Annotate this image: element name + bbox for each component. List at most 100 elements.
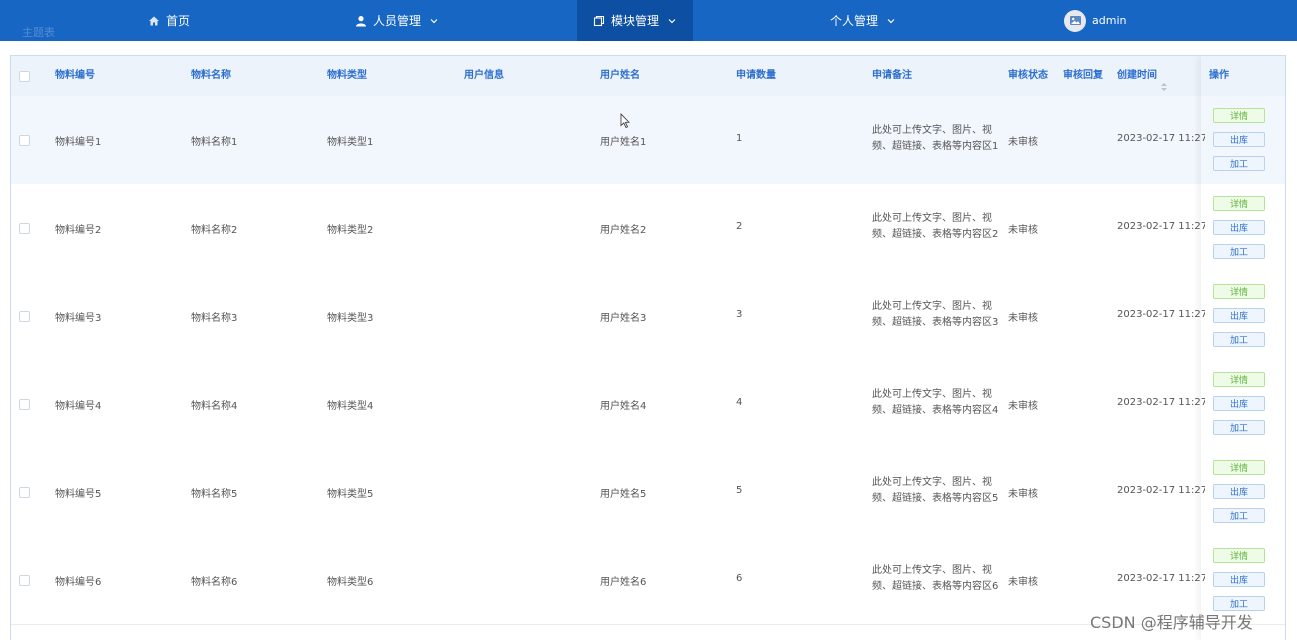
process-button[interactable]: 加工 [1213, 156, 1265, 171]
table-row[interactable]: 物料编号3 物料名称3 物料类型3 用户姓名3 3 此处可上传文字、图片、视频、超链接、表… [11, 272, 1285, 361]
module-icon [593, 15, 605, 27]
cell-time: 2023-02-17 11:27:14 [1117, 309, 1205, 320]
col-header-material-name[interactable]: 物料名称 [191, 56, 231, 96]
sort-icon[interactable] [1160, 70, 1168, 91]
table-header: 物料编号 物料名称 物料类型 用户信息 用户姓名 申请数量 申请备注 审核状态 … [11, 56, 1285, 97]
row-checkbox[interactable] [19, 575, 30, 586]
cell-time: 2023-02-17 11:27:14 [1117, 221, 1205, 232]
cell-user-name: 用户姓名1 [600, 137, 647, 148]
cell-type: 物料类型4 [327, 401, 374, 412]
row-checkbox[interactable] [19, 399, 30, 410]
nav-item-module-management[interactable]: 模块管理 [577, 0, 694, 41]
table-row[interactable]: 物料编号4 物料名称4 物料类型4 用户姓名4 4 此处可上传文字、图片、视频、超链接、表… [11, 360, 1285, 449]
process-button[interactable]: 加工 [1213, 508, 1265, 523]
cell-qty: 5 [736, 485, 743, 496]
table-row[interactable]: 物料编号5 物料名称5 物料类型5 用户姓名5 5 此处可上传文字、图片、视频、超链接、表… [11, 448, 1285, 537]
cell-remark: 此处可上传文字、图片、视频、超链接、表格等内容区1 [872, 125, 999, 152]
table-row[interactable]: 物料编号1 物料名称1 物料类型1 用户姓名1 1 此处可上传文字、图片、视频、超链接、表… [11, 96, 1285, 185]
cell-status: 未审核 [1008, 313, 1038, 324]
col-header-create-time[interactable]: 创建时间 [1117, 56, 1168, 96]
row-checkbox[interactable] [19, 135, 30, 146]
col-header-review-status[interactable]: 审核状态 [1008, 56, 1048, 96]
cell-remark: 此处可上传文字、图片、视频、超链接、表格等内容区2 [872, 213, 999, 240]
col-header-user-name[interactable]: 用户姓名 [600, 56, 640, 96]
outbound-button[interactable]: 出库 [1213, 484, 1265, 499]
outbound-button[interactable]: 出库 [1213, 396, 1265, 411]
cell-type: 物料类型5 [327, 489, 374, 500]
nav-label-module-management: 模块管理 [611, 14, 660, 28]
nav-item-staff-management[interactable]: 人员管理 [355, 0, 439, 41]
cell-remark: 此处可上传文字、图片、视频、超链接、表格等内容区3 [872, 301, 999, 328]
cell-code: 物料编号5 [55, 489, 102, 500]
nav-item-personal-management[interactable]: 个人管理 [830, 0, 896, 41]
nav-item-home[interactable]: 首页 [148, 0, 190, 41]
cell-name: 物料名称3 [191, 313, 238, 324]
mouse-cursor-icon [620, 113, 631, 129]
cell-name: 物料名称5 [191, 489, 238, 500]
col-header-material-type[interactable]: 物料类型 [327, 56, 367, 96]
cell-remark: 此处可上传文字、图片、视频、超链接、表格等内容区5 [872, 477, 999, 504]
detail-button[interactable]: 详情 [1213, 284, 1265, 299]
user-icon [355, 15, 367, 27]
cell-qty: 3 [736, 309, 743, 320]
col-header-user-info[interactable]: 用户信息 [464, 56, 504, 96]
cell-name: 物料名称2 [191, 225, 238, 236]
cell-user-name: 用户姓名4 [600, 401, 647, 412]
home-icon [148, 15, 160, 27]
cell-type: 物料类型2 [327, 225, 374, 236]
detail-button[interactable]: 详情 [1213, 372, 1265, 387]
chevron-down-icon [667, 16, 677, 26]
user-menu[interactable]: admin [1064, 0, 1126, 41]
detail-button[interactable]: 详情 [1213, 460, 1265, 475]
cell-remark: 此处可上传文字、图片、视频、超链接、表格等内容区6 [872, 565, 999, 592]
data-table: 物料编号 物料名称 物料类型 用户信息 用户姓名 申请数量 申请备注 审核状态 … [10, 55, 1286, 640]
col-header-remark[interactable]: 申请备注 [872, 56, 912, 96]
row-checkbox[interactable] [19, 311, 30, 322]
select-all-checkbox[interactable] [19, 71, 30, 82]
cell-name: 物料名称4 [191, 401, 238, 412]
col-header-quantity[interactable]: 申请数量 [736, 56, 776, 96]
outbound-button[interactable]: 出库 [1213, 572, 1265, 587]
detail-button[interactable]: 详情 [1213, 196, 1265, 211]
outbound-button[interactable]: 出库 [1213, 308, 1265, 323]
detail-button[interactable]: 详情 [1213, 108, 1265, 123]
outbound-button[interactable]: 出库 [1213, 220, 1265, 235]
cell-status: 未审核 [1008, 489, 1038, 500]
process-button[interactable]: 加工 [1213, 244, 1265, 259]
row-checkbox[interactable] [19, 487, 30, 498]
cell-type: 物料类型3 [327, 313, 374, 324]
image-avatar-icon [1069, 16, 1081, 25]
cell-time: 2023-02-17 11:27:14 [1117, 485, 1205, 496]
cell-type: 物料类型6 [327, 577, 374, 588]
process-button[interactable]: 加工 [1213, 332, 1265, 347]
nav-label-staff-management: 人员管理 [373, 14, 422, 28]
cell-code: 物料编号4 [55, 401, 102, 412]
chevron-down-icon [429, 16, 439, 26]
col-header-actions: 操作 [1209, 70, 1229, 81]
cell-time: 2023-02-17 11:27:14 [1117, 133, 1205, 144]
col-header-create-time-label: 创建时间 [1117, 70, 1157, 81]
outbound-button[interactable]: 出库 [1213, 132, 1265, 147]
nav-label-personal-management: 个人管理 [830, 14, 879, 28]
watermark: CSDN @程序辅导开发 [1090, 613, 1253, 632]
col-header-review-reply[interactable]: 审核回复 [1063, 56, 1103, 96]
cell-time: 2023-02-17 11:27:14 [1117, 573, 1205, 584]
cell-user-name: 用户姓名2 [600, 225, 647, 236]
cell-code: 物料编号2 [55, 225, 102, 236]
cell-user-name: 用户姓名5 [600, 489, 647, 500]
process-button[interactable]: 加工 [1213, 420, 1265, 435]
username: admin [1092, 14, 1127, 27]
cell-name: 物料名称6 [191, 577, 238, 588]
cell-status: 未审核 [1008, 225, 1038, 236]
cell-qty: 1 [736, 133, 743, 144]
row-checkbox[interactable] [19, 223, 30, 234]
cell-name: 物料名称1 [191, 137, 238, 148]
cell-user-name: 用户姓名6 [600, 577, 647, 588]
cell-qty: 2 [736, 221, 743, 232]
chevron-down-icon [886, 16, 896, 26]
top-navbar: 主题表 首页 人员管理 模块管理 个人管理 admin [0, 0, 1297, 41]
table-row[interactable]: 物料编号2 物料名称2 物料类型2 用户姓名2 2 此处可上传文字、图片、视频、超链接、表… [11, 184, 1285, 273]
detail-button[interactable]: 详情 [1213, 548, 1265, 563]
col-header-material-code[interactable]: 物料编号 [55, 56, 95, 96]
nav-label-home: 首页 [166, 14, 191, 28]
